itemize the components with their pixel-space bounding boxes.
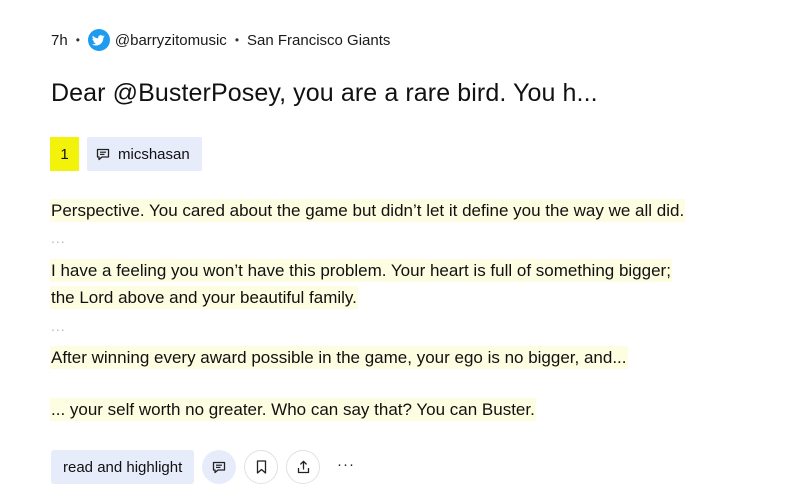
highlight-text: I have a feeling you won’t have this pro… [50,259,672,282]
more-options-button[interactable]: ··· [337,456,355,473]
highlight-4: ... your self worth no greater. Who can … [50,396,536,423]
comment-icon [96,148,110,160]
team-name[interactable]: San Francisco Giants [247,32,390,49]
share-icon [297,460,309,474]
highlight-text: the Lord above and your beautiful family… [50,286,358,309]
separator-dot: • [75,33,80,47]
highlight-text: ... your self worth no greater. Who can … [50,398,536,421]
highlight-1: Perspective. You cared about the game bu… [50,197,686,224]
highlight-3: After winning every award possible in th… [50,344,628,371]
comment-button[interactable] [202,450,236,484]
bookmark-icon [256,460,266,474]
read-and-highlight-button[interactable]: read and highlight [51,450,195,484]
highlighter-name: micshasan [118,145,190,163]
post-meta: 7h • @barryzitomusic • San Francisco Gia… [51,29,390,51]
share-button[interactable] [286,450,320,484]
post-title[interactable]: Dear @BusterPosey, you are a rare bird. … [51,79,598,108]
comment-icon [212,461,226,473]
ellipsis-separator: ... [51,318,66,334]
author-handle[interactable]: @barryzitomusic [115,32,227,49]
highlight-text: Perspective. You cared about the game bu… [50,199,686,222]
bookmark-button[interactable] [244,450,278,484]
twitter-bird-icon [87,29,110,51]
highlight-count-badge: 1 [50,137,79,171]
separator-dot: • [234,33,240,47]
highlighter-chip[interactable]: micshasan [87,137,202,171]
highlight-text: After winning every award possible in th… [50,346,628,369]
highlight-2: I have a feeling you won’t have this pro… [50,257,672,311]
ellipsis-separator: ... [51,230,66,246]
time-ago: 7h [51,31,68,49]
